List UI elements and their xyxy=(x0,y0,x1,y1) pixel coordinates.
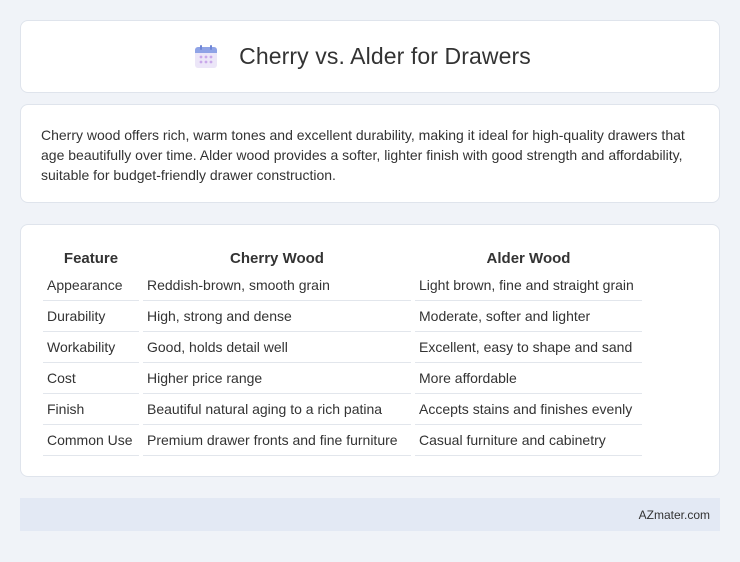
table-row: Cost Higher price range More affordable xyxy=(43,363,642,394)
summary-card: Cherry wood offers rich, warm tones and … xyxy=(20,104,720,203)
cherry-cell: Beautiful natural aging to a rich patina xyxy=(143,394,411,425)
column-header-cherry: Cherry Wood xyxy=(230,250,324,267)
table-row: Appearance Reddish-brown, smooth grain L… xyxy=(43,270,642,301)
calendar-icon xyxy=(195,44,218,68)
cherry-cell: Reddish-brown, smooth grain xyxy=(143,270,411,301)
alder-cell: Moderate, softer and lighter xyxy=(415,301,642,332)
footer-bar: AZmater.com xyxy=(20,498,720,531)
feature-cell: Finish xyxy=(43,394,139,425)
table-header-row: Feature Cherry Wood Alder Wood xyxy=(43,245,642,270)
alder-cell: More affordable xyxy=(415,363,642,394)
cherry-cell: Premium drawer fronts and fine furniture xyxy=(143,425,411,456)
feature-cell: Durability xyxy=(43,301,139,332)
alder-cell: Accepts stains and finishes evenly xyxy=(415,394,642,425)
alder-cell: Casual furniture and cabinetry xyxy=(415,425,642,456)
cherry-cell: Higher price range xyxy=(143,363,411,394)
feature-cell: Appearance xyxy=(43,270,139,301)
feature-cell: Cost xyxy=(43,363,139,394)
alder-cell: Light brown, fine and straight grain xyxy=(415,270,642,301)
title-wrap: Cherry vs. Alder for Drawers xyxy=(193,43,531,70)
table-row: Durability High, strong and dense Modera… xyxy=(43,301,642,332)
page-title: Cherry vs. Alder for Drawers xyxy=(239,43,531,69)
table-row: Workability Good, holds detail well Exce… xyxy=(43,332,642,363)
comparison-table-card: Feature Cherry Wood Alder Wood Appearanc… xyxy=(20,224,720,477)
column-header-feature: Feature xyxy=(63,250,119,267)
column-header-alder: Alder Wood xyxy=(486,250,571,267)
cherry-cell: High, strong and dense xyxy=(143,301,411,332)
header-card: Cherry vs. Alder for Drawers xyxy=(20,20,720,93)
table-row: Common Use Premium drawer fronts and fin… xyxy=(43,425,642,456)
feature-cell: Common Use xyxy=(43,425,139,456)
summary-text: Cherry wood offers rich, warm tones and … xyxy=(41,127,685,183)
feature-cell: Workability xyxy=(43,332,139,363)
cherry-cell: Good, holds detail well xyxy=(143,332,411,363)
alder-cell: Excellent, easy to shape and sand xyxy=(415,332,642,363)
footer-site-link[interactable]: AZmater.com xyxy=(639,508,710,522)
table-row: Finish Beautiful natural aging to a rich… xyxy=(43,394,642,425)
comparison-table: Feature Cherry Wood Alder Wood Appearanc… xyxy=(39,245,646,456)
